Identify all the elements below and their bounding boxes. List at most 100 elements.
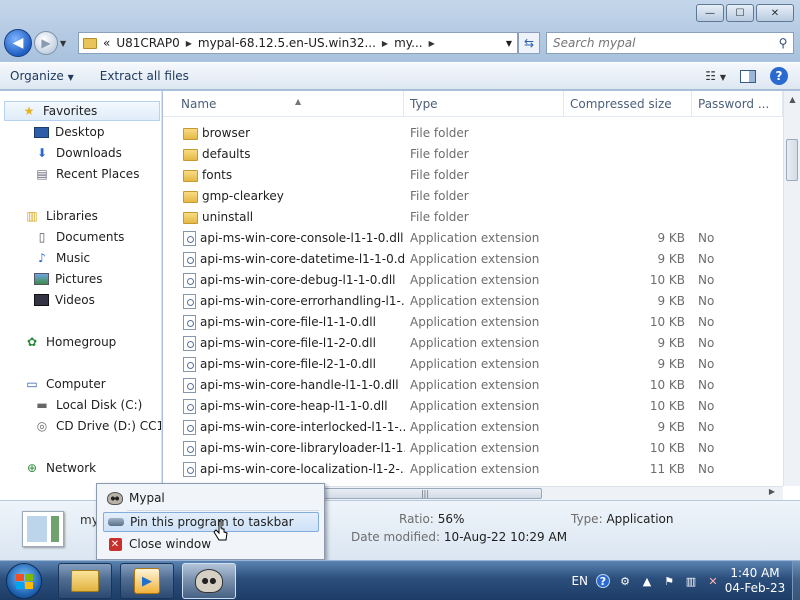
scroll-up-icon[interactable]: ▲ bbox=[784, 91, 800, 108]
breadcrumb-overflow[interactable]: « bbox=[103, 36, 110, 50]
help-icon[interactable]: ? bbox=[596, 574, 610, 588]
homegroup-icon: ✿ bbox=[26, 335, 38, 349]
table-row[interactable]: api-ms-win-core-debug-l1-1-0.dll Applicat… bbox=[163, 270, 783, 291]
breadcrumb-item[interactable]: my... bbox=[394, 36, 423, 50]
table-row[interactable]: api-ms-win-core-localization-l1-2-... App… bbox=[163, 459, 783, 480]
show-desktop-button[interactable] bbox=[792, 561, 800, 600]
organize-menu[interactable]: Organize ▼ bbox=[10, 69, 74, 83]
menu-separator bbox=[127, 510, 319, 511]
nav-desktop[interactable]: Desktop bbox=[34, 122, 105, 142]
chevron-right-icon[interactable]: ▶ bbox=[429, 39, 435, 48]
type-value: Application bbox=[606, 512, 674, 526]
table-row[interactable]: api-ms-win-core-libraryloader-l1-1... App… bbox=[163, 438, 783, 459]
forward-button[interactable]: ▶ bbox=[34, 31, 58, 55]
column-password[interactable]: Password ... bbox=[692, 91, 783, 117]
column-name[interactable]: Name ▲ bbox=[175, 91, 404, 117]
column-type[interactable]: Type bbox=[404, 91, 564, 117]
clock[interactable]: 1:40 AM 04-Feb-23 bbox=[722, 566, 788, 596]
nav-label: Pictures bbox=[55, 272, 103, 286]
back-button[interactable]: ◀ bbox=[4, 29, 32, 57]
help-icon[interactable]: ? bbox=[770, 67, 788, 85]
chevron-right-icon[interactable]: ▶ bbox=[186, 39, 192, 48]
table-row[interactable]: api-ms-win-core-console-l1-1-0.dll Applic… bbox=[163, 228, 783, 249]
close-window-item[interactable]: ✕ Close window bbox=[103, 534, 319, 554]
file-name: fonts bbox=[202, 168, 233, 182]
nav-music[interactable]: ♪ Music bbox=[34, 248, 90, 268]
folder-icon bbox=[183, 148, 198, 161]
address-bar[interactable]: « U81CRAP0 ▶ mypal-68.12.5.en-US.win32..… bbox=[78, 32, 518, 54]
recent-pages-dropdown[interactable]: ▼ bbox=[60, 39, 72, 48]
address-dropdown[interactable]: ▼ bbox=[501, 39, 517, 48]
nav-documents[interactable]: ▯ Documents bbox=[34, 227, 125, 247]
table-row[interactable]: api-ms-win-core-file-l2-1-0.dll Applicati… bbox=[163, 354, 783, 375]
file-name: api-ms-win-core-console-l1-1-0.dll bbox=[200, 231, 404, 245]
action-center-flag-icon[interactable]: ⚑ bbox=[662, 574, 676, 588]
chevron-right-icon[interactable]: ▶ bbox=[382, 39, 388, 48]
details-type: Type: Application bbox=[571, 512, 674, 526]
table-row[interactable]: api-ms-win-core-file-l1-1-0.dll Applicati… bbox=[163, 312, 783, 333]
refresh-icon: ⇆ bbox=[523, 36, 535, 50]
scroll-right-icon[interactable]: ▶ bbox=[769, 487, 775, 496]
cell-name: api-ms-win-core-file-l1-2-0.dll bbox=[183, 333, 405, 354]
table-row[interactable]: api-ms-win-core-heap-l1-1-0.dll Applicati… bbox=[163, 396, 783, 417]
extract-all-button[interactable]: Extract all files bbox=[100, 69, 189, 83]
nav-computer[interactable]: ▭ Computer bbox=[24, 374, 106, 394]
table-row[interactable]: browser File folder bbox=[163, 123, 783, 144]
table-row[interactable]: defaults File folder bbox=[163, 144, 783, 165]
file-name: api-ms-win-core-debug-l1-1-0.dll bbox=[200, 273, 396, 287]
cell-compressed-size: 9 KB bbox=[657, 357, 685, 371]
folder-icon bbox=[183, 190, 198, 203]
nav-favorites[interactable]: ★ Favorites bbox=[4, 101, 160, 121]
nav-downloads[interactable]: ⬇ Downloads bbox=[34, 143, 122, 163]
folder-icon bbox=[83, 37, 97, 49]
arrow-right-icon: ▶ bbox=[41, 36, 51, 50]
preview-pane-icon[interactable] bbox=[740, 69, 756, 83]
table-row[interactable]: fonts File folder bbox=[163, 165, 783, 186]
tray-expand-icon[interactable]: ▲ bbox=[640, 574, 654, 588]
nav-cd-drive[interactable]: ◎ CD Drive (D:) CC1HC bbox=[34, 416, 161, 436]
nav-network[interactable]: ⊕ Network bbox=[24, 458, 96, 478]
nav-recent-places[interactable]: ▤ Recent Places bbox=[34, 164, 139, 184]
pin-to-taskbar-item[interactable]: Pin this program to taskbar bbox=[103, 512, 319, 532]
refresh-button[interactable]: ⇆ bbox=[518, 32, 540, 54]
language-indicator[interactable]: EN bbox=[571, 574, 588, 588]
table-row[interactable]: api-ms-win-core-datetime-l1-1-0.dll Appli… bbox=[163, 249, 783, 270]
close-button[interactable]: ✕ bbox=[756, 4, 794, 22]
view-options-icon[interactable]: ☷ ▼ bbox=[705, 69, 726, 83]
vertical-scrollbar[interactable]: ▲ bbox=[783, 91, 800, 486]
network-icon[interactable]: ▥ bbox=[684, 574, 698, 588]
table-row[interactable]: api-ms-win-core-errorhandling-l1-... Appl… bbox=[163, 291, 783, 312]
table-row[interactable]: api-ms-win-core-file-l1-2-0.dll Applicati… bbox=[163, 333, 783, 354]
nav-homegroup[interactable]: ✿ Homegroup bbox=[24, 332, 116, 352]
taskbar-explorer-button[interactable] bbox=[58, 563, 112, 599]
nav-videos[interactable]: Videos bbox=[34, 290, 95, 310]
search-box[interactable]: ⚲ bbox=[546, 32, 794, 54]
taskbar-media-player-button[interactable]: ▶ bbox=[120, 563, 174, 599]
settings-icon[interactable]: ⚙ bbox=[618, 574, 632, 588]
nav-label: Computer bbox=[46, 377, 106, 391]
column-compressed-size[interactable]: Compressed size bbox=[564, 91, 692, 117]
file-name: api-ms-win-core-heap-l1-1-0.dll bbox=[200, 399, 388, 413]
nav-local-disk[interactable]: ▬ Local Disk (C:) bbox=[34, 395, 142, 415]
nav-pictures[interactable]: Pictures bbox=[34, 269, 103, 289]
nav-libraries[interactable]: ▥ Libraries bbox=[24, 206, 98, 226]
breadcrumb-item[interactable]: mypal-68.12.5.en-US.win32... bbox=[198, 36, 376, 50]
breadcrumb-item[interactable]: U81CRAP0 bbox=[116, 36, 179, 50]
search-icon[interactable]: ⚲ bbox=[773, 36, 793, 50]
column-label: Name bbox=[181, 97, 217, 111]
minimize-button[interactable]: — bbox=[696, 4, 724, 22]
taskbar-mypal-button[interactable] bbox=[182, 563, 236, 599]
table-row[interactable]: api-ms-win-core-interlocked-l1-1-... Appl… bbox=[163, 417, 783, 438]
start-button[interactable] bbox=[6, 563, 42, 599]
pictures-icon bbox=[34, 273, 49, 285]
scroll-thumb[interactable]: ||| bbox=[308, 488, 542, 499]
maximize-button[interactable]: ☐ bbox=[726, 4, 754, 22]
table-row[interactable]: api-ms-win-core-handle-l1-1-0.dll Applica… bbox=[163, 375, 783, 396]
volume-muted-icon[interactable]: ✕ bbox=[706, 574, 720, 588]
scroll-thumb[interactable] bbox=[786, 139, 798, 181]
table-row[interactable]: gmp-clearkey File folder bbox=[163, 186, 783, 207]
date-value: 10-Aug-22 10:29 AM bbox=[443, 530, 568, 544]
search-input[interactable] bbox=[553, 36, 773, 50]
jumplist-app-item[interactable]: Mypal bbox=[103, 488, 319, 508]
table-row[interactable]: uninstall File folder bbox=[163, 207, 783, 228]
